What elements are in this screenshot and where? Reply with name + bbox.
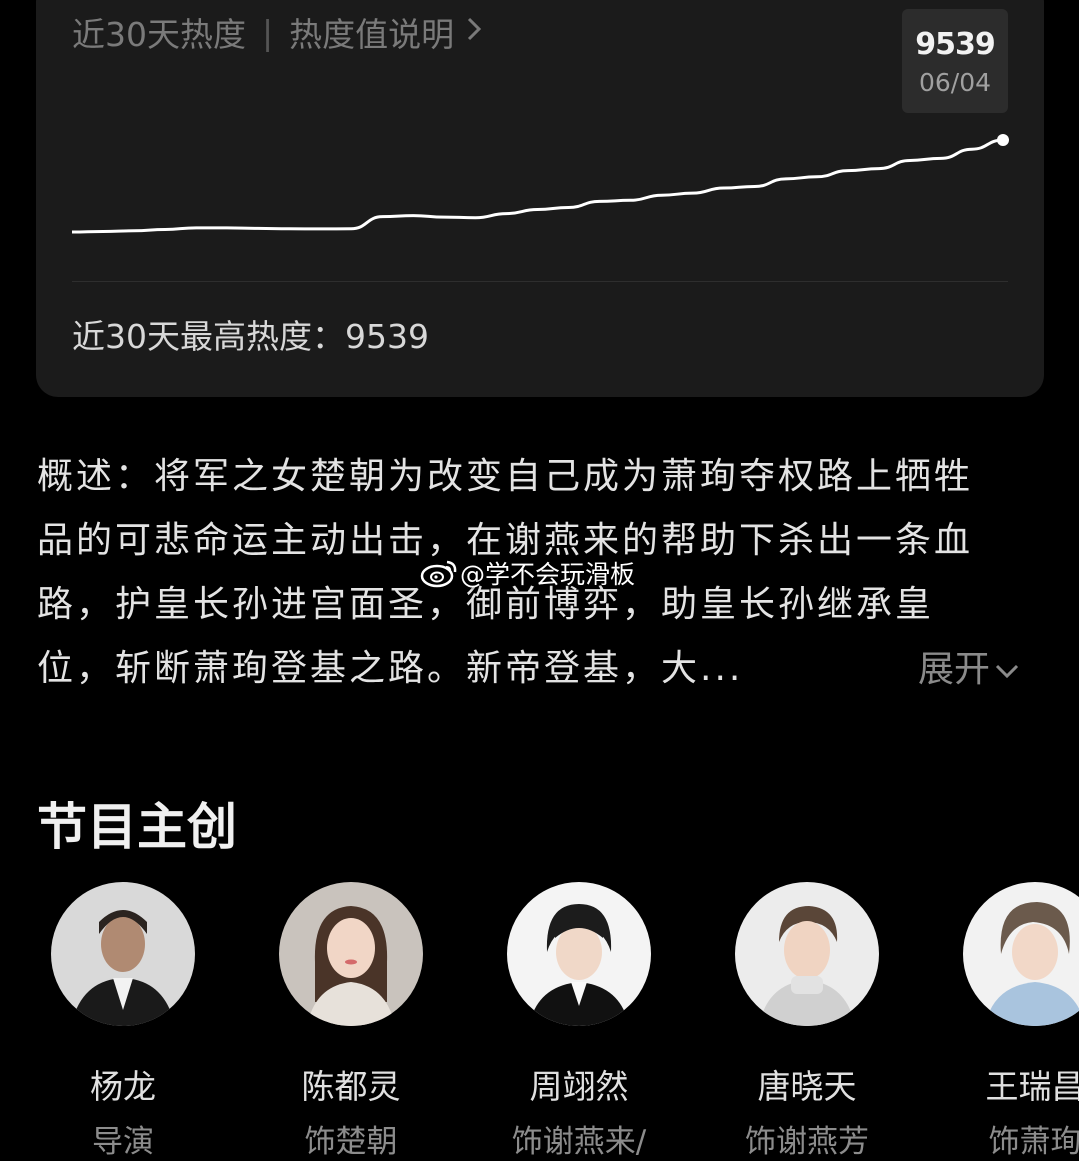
- crew-name: 杨龙: [90, 1067, 156, 1106]
- chevron-down-icon[interactable]: [994, 663, 1020, 679]
- expand-label[interactable]: 展开: [918, 649, 990, 690]
- avatar[interactable]: [735, 882, 879, 1026]
- max-heat-label: 近30天最高热度：9539: [72, 317, 429, 356]
- watermark-text: @学不会玩滑板: [460, 560, 636, 589]
- crew-member-2[interactable]: 陈都灵 饰楚朝: [251, 882, 451, 1161]
- avatar[interactable]: [507, 882, 651, 1026]
- trend-endpoint: [997, 134, 1009, 146]
- tooltip-value: 9539: [915, 27, 996, 62]
- summary-line: 位，斩断萧珣登基之路。新帝登基，大...: [37, 648, 744, 689]
- summary-line: 概述：将军之女楚朝为改变自己成为萧珣夺权路上牺牲: [37, 456, 974, 497]
- crew-name: 唐晓天: [757, 1067, 857, 1106]
- avatar[interactable]: [51, 882, 195, 1026]
- avatar[interactable]: [963, 882, 1079, 1026]
- crew-member-5[interactable]: 王瑞昌 饰萧珣: [935, 882, 1079, 1161]
- crew-member-4[interactable]: 唐晓天 饰谢燕芳: [707, 882, 907, 1161]
- trend-line: [71, 138, 1004, 234]
- crew-member-3[interactable]: 周翊然 饰谢燕来/: [479, 882, 679, 1161]
- crew-member-1[interactable]: 杨龙 导演: [23, 882, 223, 1161]
- watermark: @学不会玩滑板: [420, 555, 635, 591]
- crew-section-title: 节目主创: [37, 798, 237, 856]
- crew-name: 陈都灵: [301, 1067, 401, 1106]
- crew-name: 周翊然: [529, 1067, 629, 1106]
- avatar[interactable]: [279, 882, 423, 1026]
- expand-button[interactable]: 展开: [918, 640, 1020, 692]
- crew-name: 王瑞昌: [985, 1067, 1079, 1106]
- tooltip-date: 06/04: [918, 68, 992, 97]
- card-divider: [72, 281, 1008, 282]
- chart-tooltip: 9539 06/04: [902, 9, 1008, 113]
- weibo-icon: [420, 560, 457, 588]
